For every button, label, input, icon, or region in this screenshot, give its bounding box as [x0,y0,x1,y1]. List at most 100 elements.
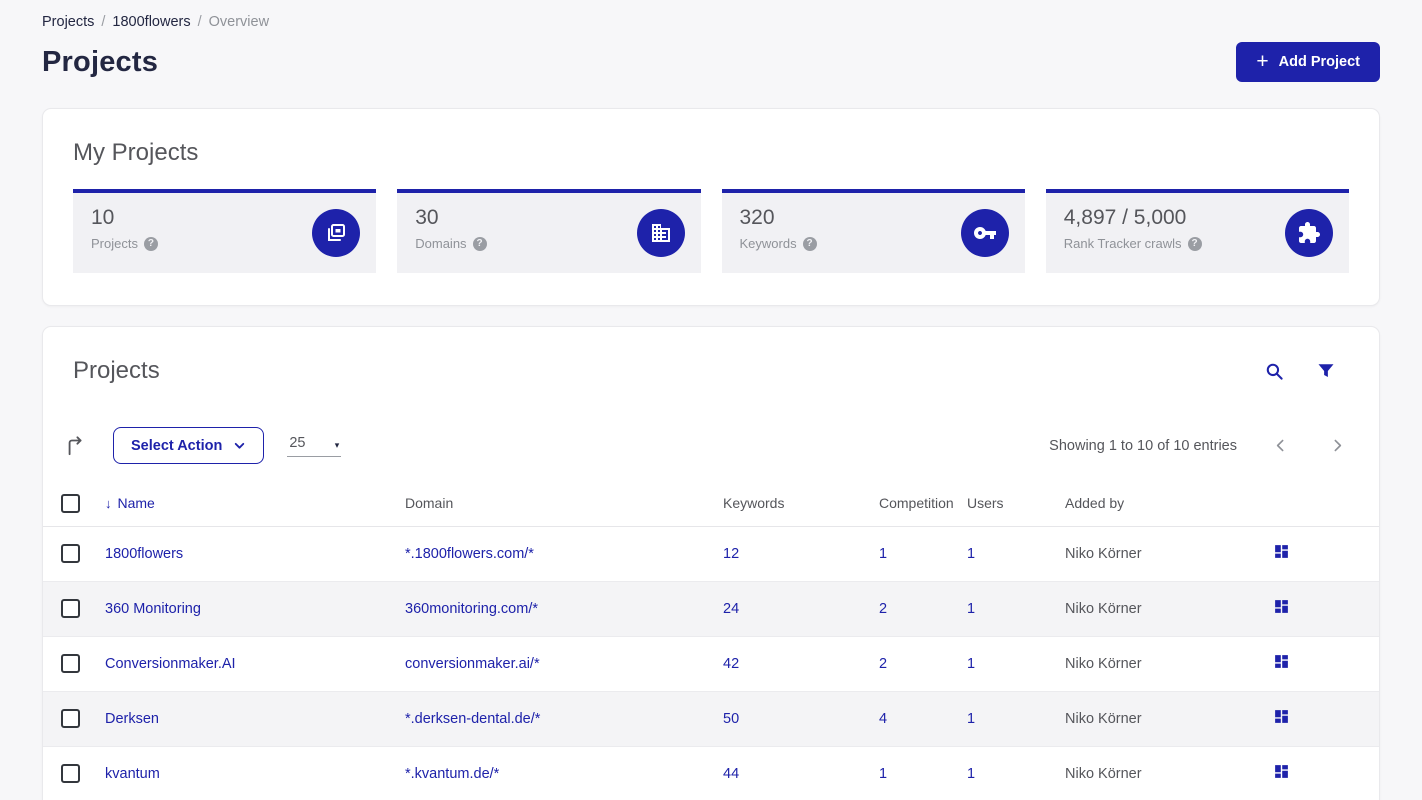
stat-rank-tracker-label: Rank Tracker crawls [1063,236,1182,251]
help-icon[interactable]: ? [1187,236,1202,251]
select-action-label: Select Action [131,437,223,454]
project-name-link[interactable]: Conversionmaker.AI [105,656,236,672]
table-row: 360 Monitoring 360monitoring.com/* 24 2 … [43,581,1379,637]
page-size-select[interactable]: 25 ▾ [287,434,342,457]
puzzle-icon [1285,209,1333,257]
add-project-button[interactable]: + Add Project [1236,42,1380,82]
stat-keywords: 320 Keywords ? [721,189,1025,273]
project-competition-link[interactable]: 2 [879,601,887,617]
projects-stack-icon [312,209,361,257]
column-header-name[interactable]: ↓ Name [105,481,405,527]
project-name-link[interactable]: Derksen [105,711,159,727]
table-row: 1800flowers *.1800flowers.com/* 12 1 1 N… [43,526,1379,582]
project-users-link[interactable]: 1 [967,601,975,617]
breadcrumb-projects[interactable]: Projects [42,14,94,30]
row-checkbox[interactable] [61,709,80,728]
project-competition-link[interactable]: 1 [879,766,887,782]
row-checkbox[interactable] [61,599,80,618]
stat-domains: 30 Domains ? [397,189,701,273]
added-by-text: Niko Körner [1065,545,1142,562]
showing-entries-text: Showing 1 to 10 of 10 entries [1049,437,1237,454]
project-domain-link[interactable]: 360monitoring.com/* [405,601,538,617]
project-users-link[interactable]: 1 [967,656,975,672]
project-domain-link[interactable]: *.1800flowers.com/* [405,546,534,562]
my-projects-title: My Projects [73,139,199,166]
table-row: Conversionmaker.AI conversionmaker.ai/* … [43,636,1379,692]
table-row: Derksen *.derksen-dental.de/* 50 4 1 Nik… [43,691,1379,747]
added-by-text: Niko Körner [1065,655,1142,672]
stats-grid: 10 Projects ? 30 Domains ? 320 Keywords … [73,189,1349,273]
project-competition-link[interactable]: 2 [879,656,887,672]
project-users-link[interactable]: 1 [967,766,975,782]
dashboard-icon[interactable] [1273,598,1290,615]
project-keywords-link[interactable]: 44 [723,766,739,782]
pagination-next-button[interactable] [1329,437,1346,454]
projects-table: ↓ Name Domain Keywords Competition Users … [43,481,1379,800]
select-all-checkbox[interactable] [61,493,80,513]
project-users-link[interactable]: 1 [967,546,975,562]
breadcrumb-separator: / [101,14,106,30]
stat-projects: 10 Projects ? [73,189,377,273]
breadcrumb-separator: / [197,14,202,30]
project-domain-link[interactable]: *.kvantum.de/* [405,766,499,782]
added-by-text: Niko Körner [1065,710,1142,727]
project-name-link[interactable]: 360 Monitoring [105,601,201,617]
table-toolbar: Select Action 25 ▾ Showing 1 to 10 of 10… [43,427,1379,464]
column-header-users[interactable]: Users [967,481,1065,527]
project-keywords-link[interactable]: 24 [723,601,739,617]
stat-rank-tracker: 4,897 / 5,000 Rank Tracker crawls ? [1045,189,1349,273]
stat-projects-label: Projects [91,236,138,251]
my-projects-card: My Projects 10 Projects ? 30 Domains ? 3… [42,108,1380,306]
table-header-row: ↓ Name Domain Keywords Competition Users … [43,481,1379,527]
stat-domains-label: Domains [415,236,467,251]
help-icon[interactable]: ? [802,236,817,251]
column-header-added-by[interactable]: Added by [1065,481,1261,527]
column-header-competition[interactable]: Competition [879,481,967,527]
project-keywords-link[interactable]: 12 [723,546,739,562]
projects-table-card: Projects Select Action 25 ▾ Showing 1 to… [42,326,1380,800]
add-project-label: Add Project [1278,54,1360,70]
chevron-down-icon [235,442,245,449]
page-size-value: 25 [289,434,306,451]
breadcrumb-overview: Overview [208,14,270,30]
pagination-prev-button[interactable] [1272,437,1289,454]
added-by-text: Niko Körner [1065,600,1142,617]
project-name-link[interactable]: kvantum [105,766,160,782]
key-icon [960,209,1009,257]
project-keywords-link[interactable]: 42 [723,656,739,672]
help-icon[interactable]: ? [472,236,487,251]
added-by-text: Niko Körner [1065,765,1142,782]
project-domain-link[interactable]: *.derksen-dental.de/* [405,711,540,727]
dashboard-icon[interactable] [1273,708,1290,725]
breadcrumb: Projects / 1800flowers / Overview [42,0,1380,30]
project-users-link[interactable]: 1 [967,711,975,727]
caret-down-icon: ▾ [334,439,340,450]
project-competition-link[interactable]: 4 [879,711,887,727]
search-icon[interactable] [1265,362,1284,381]
filter-icon[interactable] [1317,362,1335,380]
forward-arrow-icon[interactable] [65,435,87,457]
column-header-keywords[interactable]: Keywords [723,481,879,527]
column-header-domain[interactable]: Domain [405,481,723,527]
dashboard-icon[interactable] [1273,543,1290,560]
help-icon[interactable]: ? [143,236,158,251]
select-action-dropdown[interactable]: Select Action [113,427,265,464]
dashboard-icon[interactable] [1273,653,1290,670]
row-checkbox[interactable] [61,654,80,673]
breadcrumb-1800flowers[interactable]: 1800flowers [112,14,190,30]
row-checkbox[interactable] [61,544,80,563]
project-keywords-link[interactable]: 50 [723,711,739,727]
project-name-link[interactable]: 1800flowers [105,546,183,562]
project-competition-link[interactable]: 1 [879,546,887,562]
stat-keywords-label: Keywords [739,236,797,251]
table-row: kvantum *.kvantum.de/* 44 1 1 Niko Körne… [43,746,1379,800]
dashboard-icon[interactable] [1273,763,1290,780]
page-title: Projects [42,45,159,78]
projects-panel-title: Projects [73,357,160,384]
building-icon [636,209,685,257]
project-domain-link[interactable]: conversionmaker.ai/* [405,656,540,672]
page-header: Projects + Add Project [42,38,1380,86]
plus-icon: + [1256,49,1269,73]
row-checkbox[interactable] [61,764,80,783]
sort-descending-icon: ↓ [105,496,112,512]
